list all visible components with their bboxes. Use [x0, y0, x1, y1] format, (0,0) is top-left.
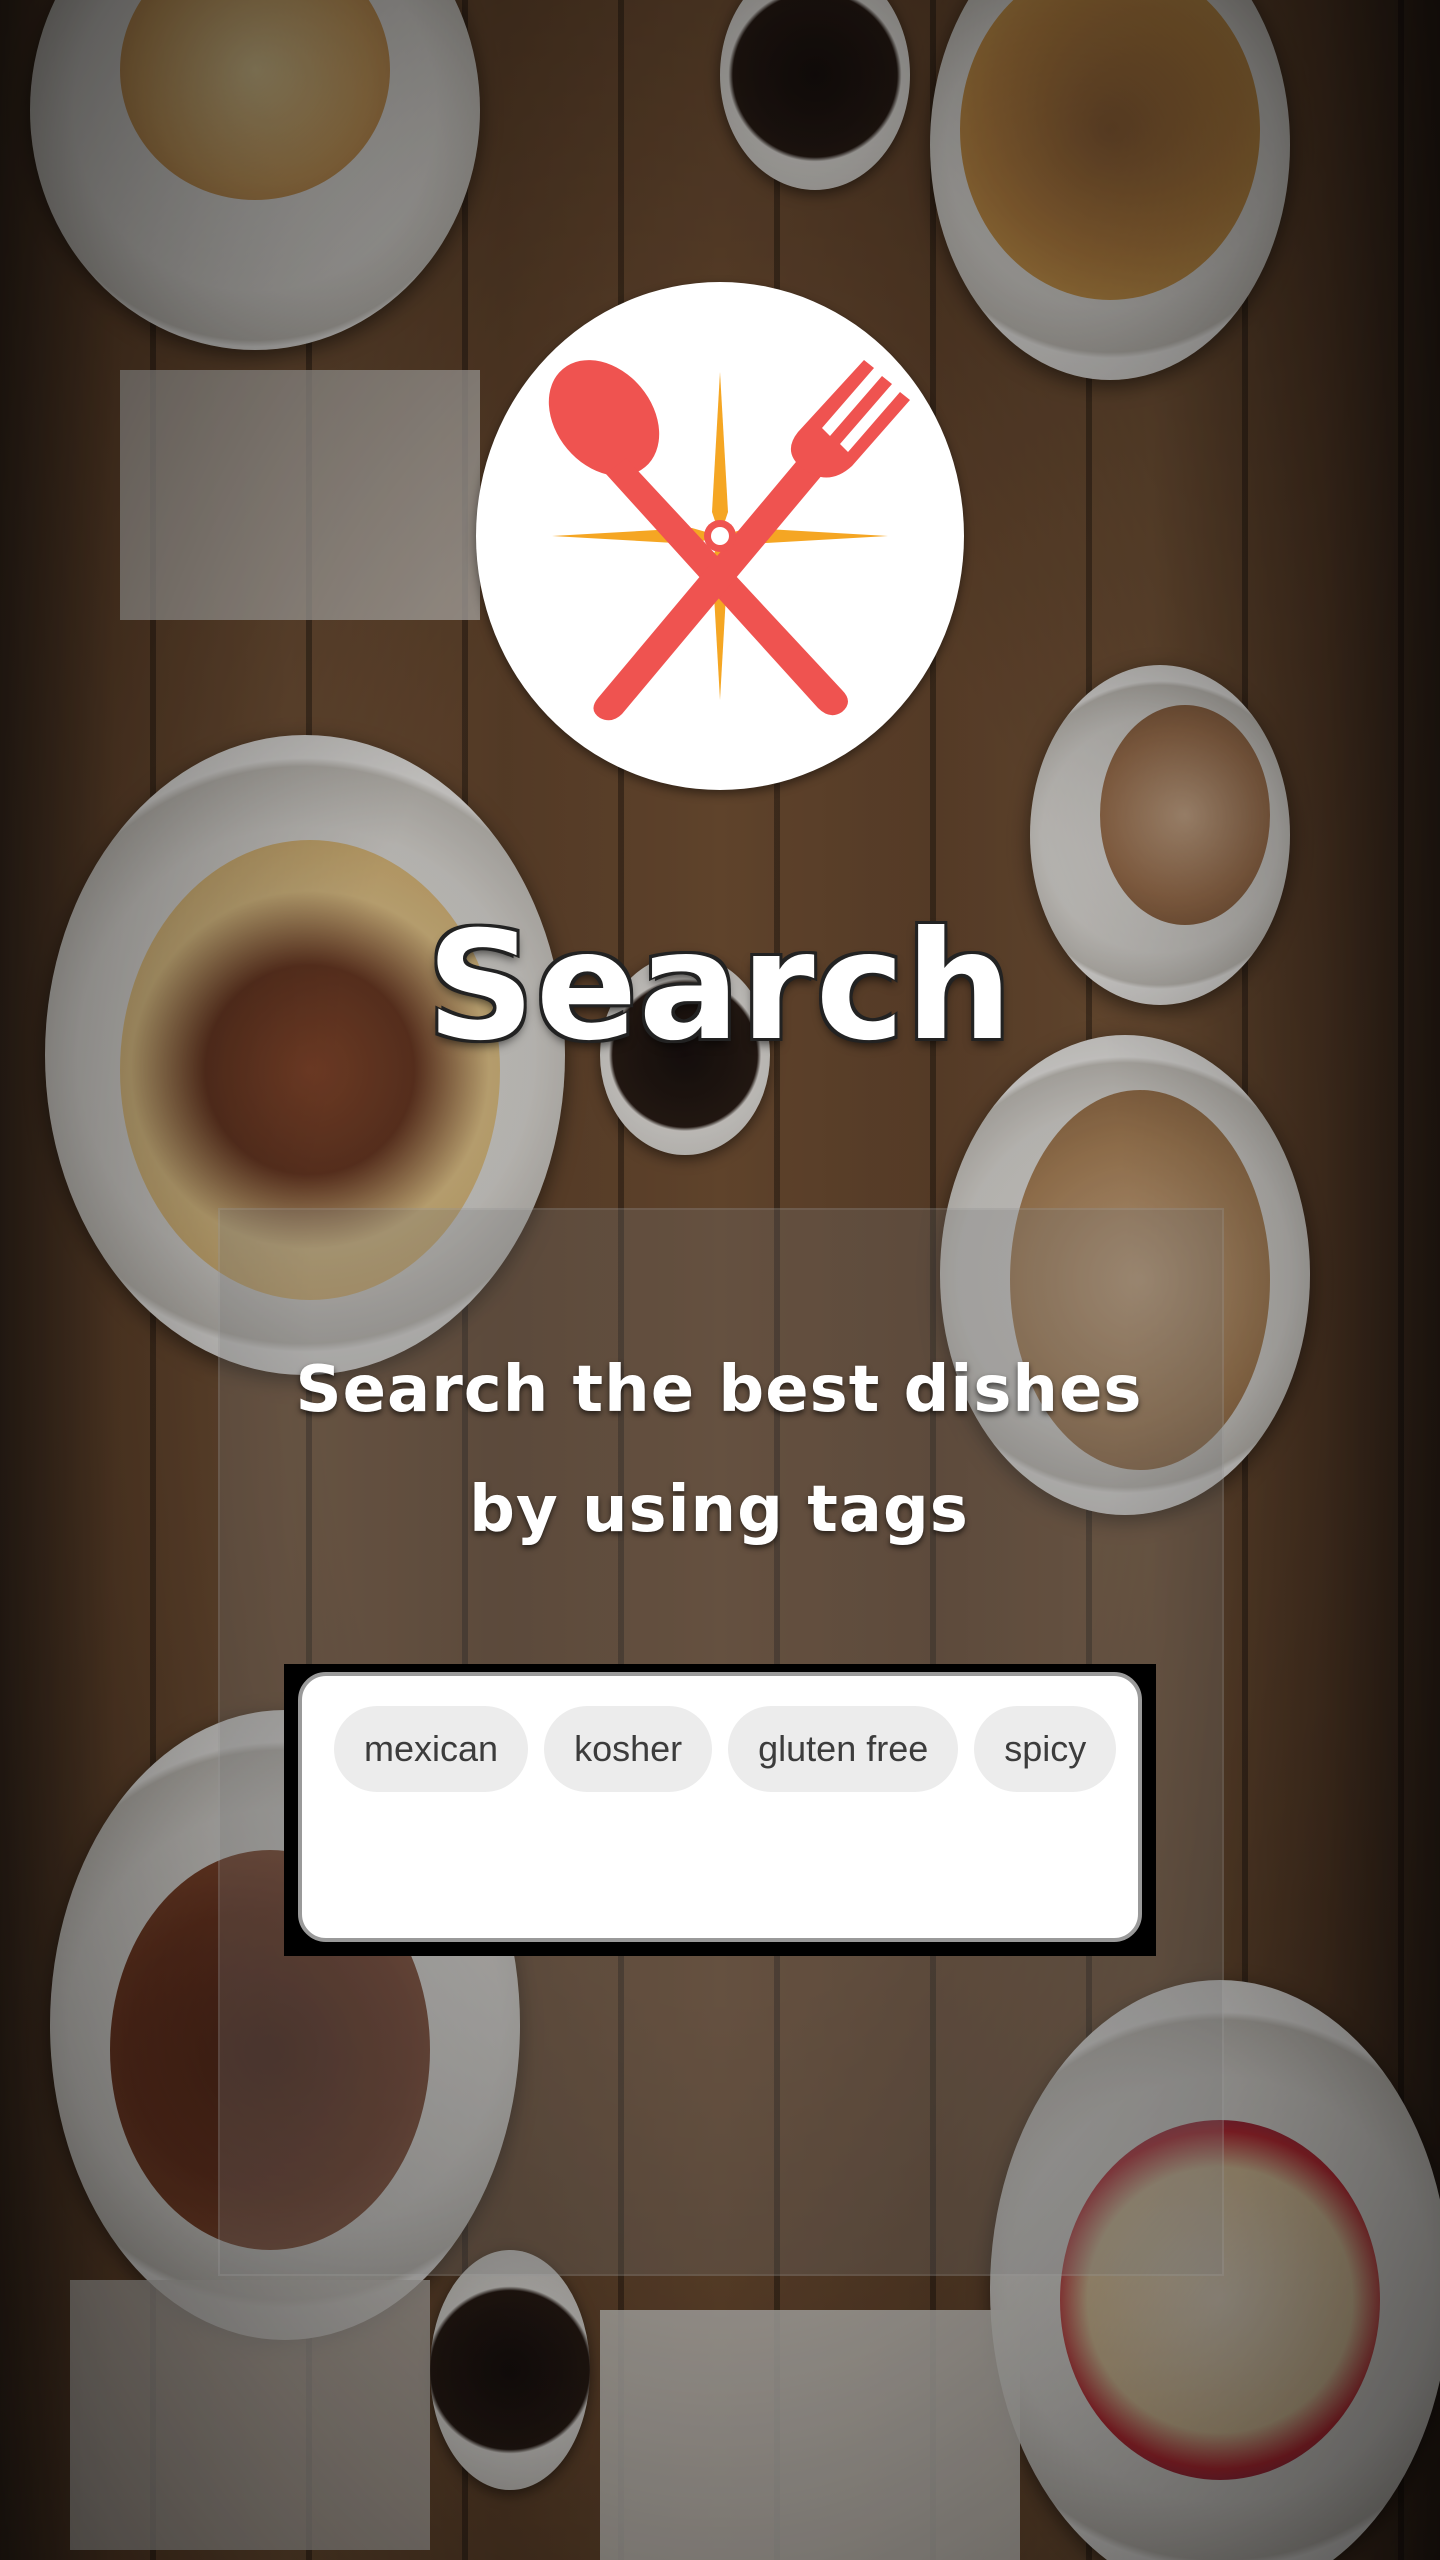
- search-description-line2: by using tags: [469, 1473, 969, 1547]
- search-description-line1: Search the best dishes: [295, 1353, 1143, 1427]
- crossed-spoon-fork-icon: [548, 360, 910, 721]
- app-logo: [476, 282, 964, 790]
- tag-chip-mexican[interactable]: mexican: [334, 1706, 529, 1792]
- tag-input[interactable]: mexican kosher gluten free spicy: [298, 1672, 1142, 1942]
- tag-chip-kosher[interactable]: kosher: [544, 1706, 713, 1792]
- page-title: Search: [426, 900, 1014, 1074]
- tag-chip-gluten-free[interactable]: gluten free: [728, 1706, 959, 1792]
- tag-chip-list: mexican kosher gluten free spicy: [334, 1706, 1117, 1792]
- search-screen: Search Search the best dishes by using t…: [0, 0, 1440, 2560]
- tag-chip-spicy[interactable]: spicy: [974, 1706, 1117, 1792]
- search-description: Search the best dishes by using tags: [218, 1330, 1220, 1570]
